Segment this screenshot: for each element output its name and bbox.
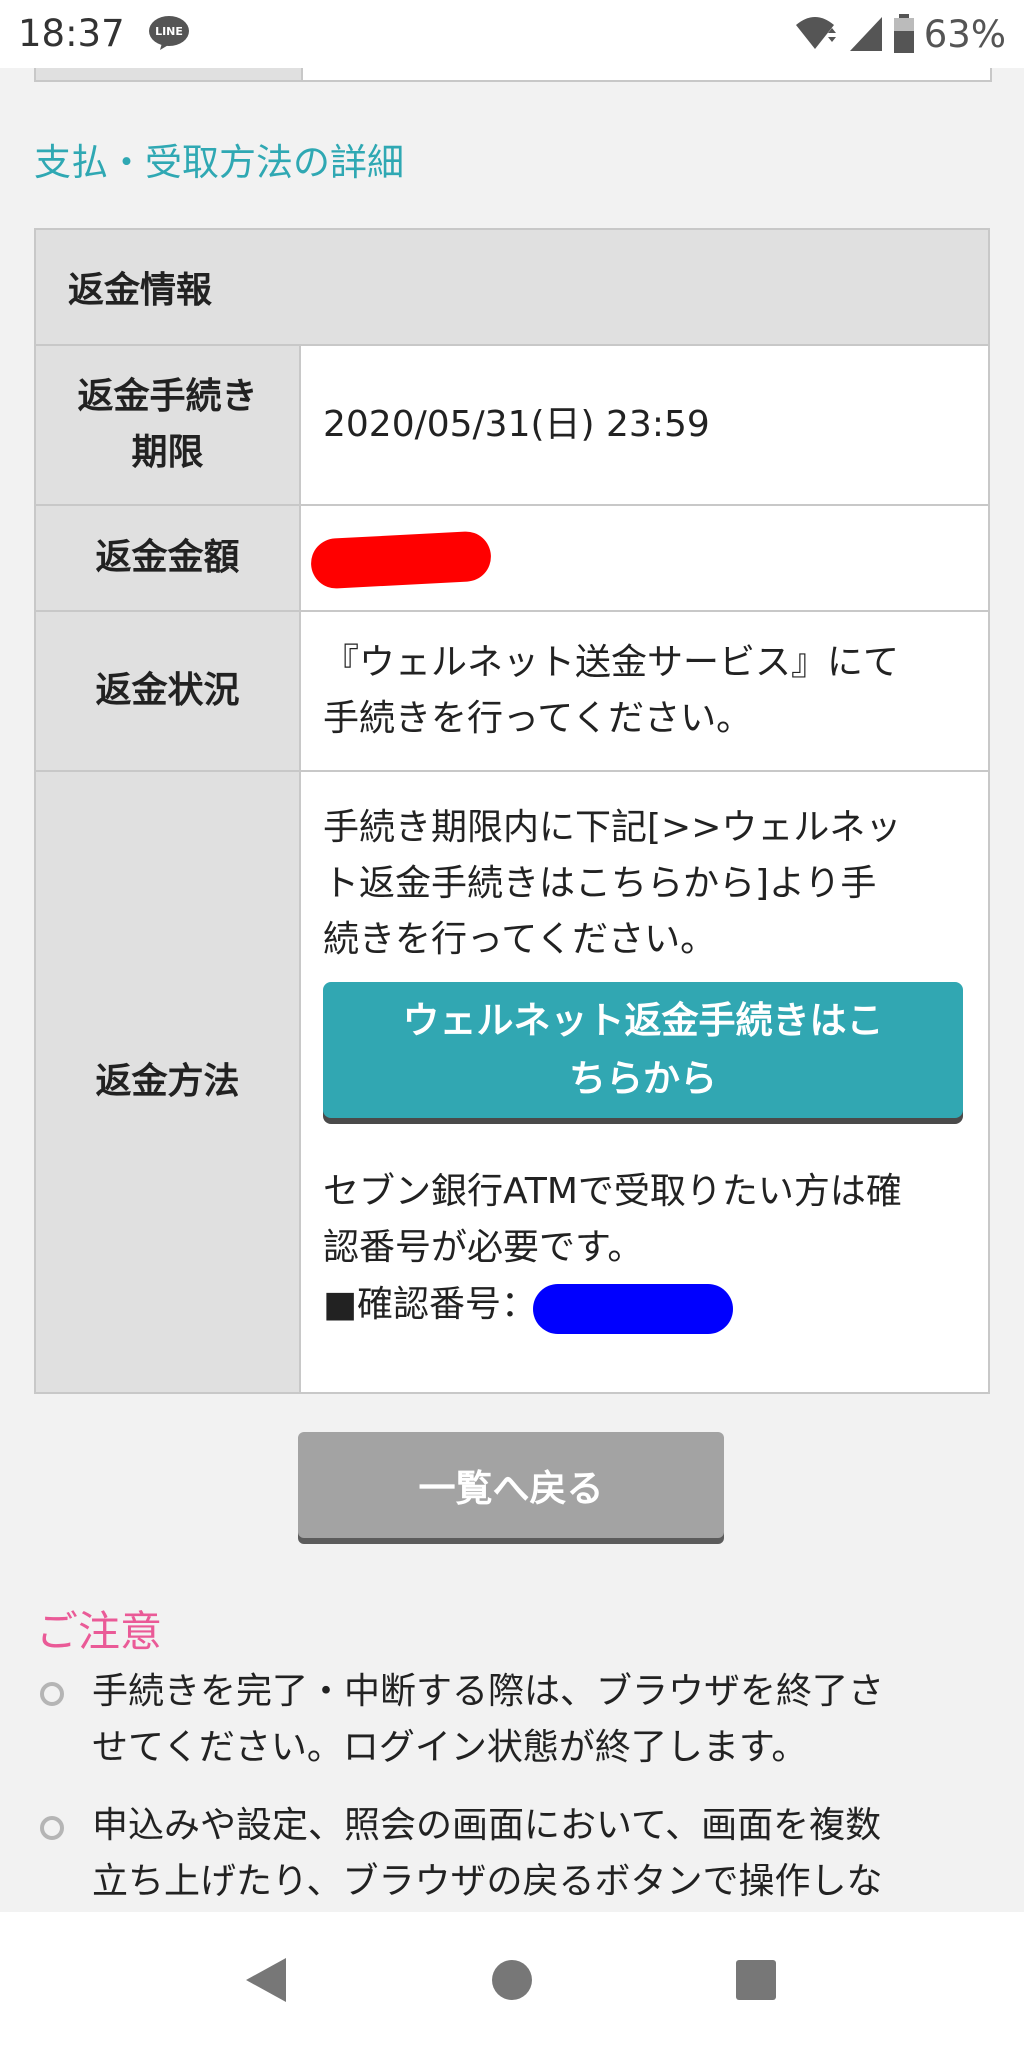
bullet-circle-icon (40, 1816, 64, 1840)
battery-percent: 63% (923, 12, 1006, 56)
notes-list: 手続きを完了・中断する際は、ブラウザを終了さ せてください。ログイン状態が終了し… (36, 1664, 986, 1932)
svg-text:LINE: LINE (155, 25, 183, 38)
amount-value (301, 506, 988, 610)
welnet-button-line1: ウェルネット返金手続きはこ (402, 999, 884, 1042)
status-time: 18:37 (18, 12, 125, 55)
welnet-button-line2: ちらから (569, 1057, 717, 1100)
nav-recent-apps-icon[interactable] (736, 1960, 776, 2000)
wifi-icon (795, 17, 836, 49)
note-line: 立ち上げたり、ブラウザの戻るボタンで操作しな (92, 1861, 883, 1902)
deadline-label: 返金手続き 期限 (36, 346, 301, 504)
amount-redaction-mark (309, 530, 493, 590)
amount-label: 返金金額 (36, 506, 301, 610)
android-nav-bar (0, 1912, 1024, 2048)
bullet-circle-icon (40, 1682, 64, 1706)
nav-home-icon[interactable] (492, 1960, 532, 2000)
confirmation-number-label: ■確認番号： (323, 1284, 538, 1325)
atm-note-line2: 認番号が必要です。 (323, 1227, 644, 1268)
status-value: 『ウェルネット送金サービス』にて 手続きを行ってください。 (301, 612, 988, 770)
line-app-icon: LINE (149, 16, 189, 50)
section-title: 支払・受取方法の詳細 (34, 141, 404, 184)
method-label: 返金方法 (36, 772, 301, 1392)
note-line: 手続きを完了・中断する際は、ブラウザを終了さ (92, 1671, 885, 1712)
note-line: せてください。ログイン状態が終了します。 (92, 1727, 808, 1768)
status-bar: 18:37 LINE 63% (0, 0, 1024, 68)
status-label: 返金状況 (36, 612, 301, 770)
battery-icon (893, 14, 914, 53)
confirmation-number-line: ■確認番号： (323, 1276, 966, 1334)
deadline-label-line2: 期限 (131, 432, 204, 473)
confirmation-redaction-mark (533, 1284, 734, 1334)
table-row-amount: 返金金額 (36, 506, 988, 612)
method-instruction-line2: ト返金手続きはこちらから]より手 (323, 863, 877, 904)
notes-title: ご注意 (36, 1607, 163, 1656)
signal-icon (849, 17, 882, 51)
refund-info-table: 返金情報 返金手続き 期限 2020/05/31(日) 23:59 返金金額 返… (34, 228, 990, 1394)
table-header: 返金情報 (36, 230, 988, 346)
method-instruction-line1: 手続き期限内に下記[>>ウェルネッ (323, 807, 902, 848)
deadline-value: 2020/05/31(日) 23:59 (323, 404, 710, 445)
note-line: 申込みや設定、照会の画面において、画面を複数 (92, 1805, 882, 1846)
nav-back-icon[interactable] (244, 1956, 288, 2004)
table-row-deadline: 返金手続き 期限 2020/05/31(日) 23:59 (36, 346, 988, 506)
status-value-line1: 『ウェルネット送金サービス』にて (323, 642, 900, 683)
deadline-label-line1: 返金手続き (77, 376, 258, 417)
method-instruction-line3: 続きを行ってください。 (323, 919, 717, 960)
list-item: 手続きを完了・中断する際は、ブラウザを終了さ せてください。ログイン状態が終了し… (36, 1664, 986, 1776)
status-right-icons: 63% (794, 12, 1006, 56)
status-value-line2: 手続きを行ってください。 (323, 698, 753, 739)
table-row-status: 返金状況 『ウェルネット送金サービス』にて 手続きを行ってください。 (36, 612, 988, 772)
table-row-method: 返金方法 手続き期限内に下記[>>ウェルネッ ト返金手続きはこちらから]より手 … (36, 772, 988, 1392)
atm-note-line1: セブン銀行ATMで受取りたい方は確 (323, 1171, 902, 1212)
list-item: 申込みや設定、照会の画面において、画面を複数 立ち上げたり、ブラウザの戻るボタン… (36, 1798, 986, 1910)
welnet-refund-button[interactable]: ウェルネット返金手続きはこ ちらから (323, 982, 963, 1118)
back-to-list-button[interactable]: 一覧へ戻る (298, 1432, 724, 1538)
method-value: 手続き期限内に下記[>>ウェルネッ ト返金手続きはこちらから]より手 続きを行っ… (301, 772, 988, 1392)
